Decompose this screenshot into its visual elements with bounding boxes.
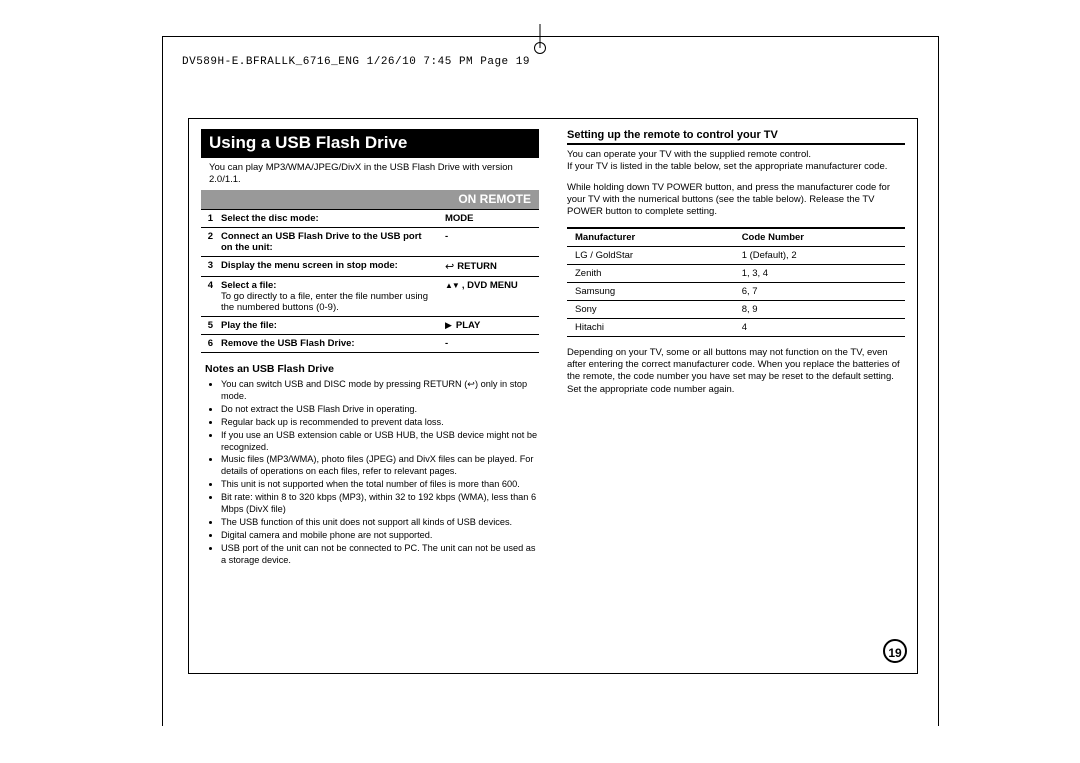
- step-subtext: To go directly to a file, enter the file…: [221, 291, 433, 313]
- cell-code: 1, 3, 4: [734, 264, 905, 282]
- table-row: 6 Remove the USB Flash Drive: -: [201, 334, 539, 352]
- play-icon: [445, 320, 456, 331]
- cell-code: 8, 9: [734, 300, 905, 318]
- cell-manufacturer: LG / GoldStar: [567, 246, 734, 264]
- step-number: 6: [201, 334, 215, 352]
- left-column: Using a USB Flash Drive You can play MP3…: [201, 129, 539, 661]
- col-code: Code Number: [734, 228, 905, 247]
- paragraph: You can operate your TV with the supplie…: [567, 149, 811, 160]
- table-row: Zenith1, 3, 4: [567, 264, 905, 282]
- step-text: Play the file:: [215, 316, 439, 334]
- step-text: Display the menu screen in stop mode:: [215, 256, 439, 276]
- cell-code: 4: [734, 318, 905, 336]
- steps-table: 1 Select the disc mode: MODE 2 Connect a…: [201, 209, 539, 353]
- step-text: Connect an USB Flash Drive to the USB po…: [215, 227, 439, 256]
- step-number: 1: [201, 209, 215, 227]
- list-item: The USB function of this unit does not s…: [221, 517, 539, 529]
- step-text: Remove the USB Flash Drive:: [215, 334, 439, 352]
- list-item: Bit rate: within 8 to 320 kbps (MP3), wi…: [221, 492, 539, 516]
- on-remote-header: ON REMOTE: [201, 190, 539, 209]
- step-number: 5: [201, 316, 215, 334]
- table-row: 5 Play the file: PLAY: [201, 316, 539, 334]
- list-item: Digital camera and mobile phone are not …: [221, 530, 539, 542]
- step-number: 4: [201, 276, 215, 316]
- step-number: 3: [201, 256, 215, 276]
- list-item: Do not extract the USB Flash Drive in op…: [221, 404, 539, 416]
- list-item: Regular back up is recommended to preven…: [221, 417, 539, 429]
- step-remote: PLAY: [439, 316, 539, 334]
- body-text: Depending on your TV, some or all button…: [567, 347, 905, 396]
- table-row: Hitachi4: [567, 318, 905, 336]
- cell-manufacturer: Sony: [567, 300, 734, 318]
- codes-table: Manufacturer Code Number LG / GoldStar1 …: [567, 227, 905, 337]
- step-number: 2: [201, 227, 215, 256]
- intro-text: You can play MP3/WMA/JPEG/DivX in the US…: [201, 160, 539, 190]
- right-column: Setting up the remote to control your TV…: [567, 129, 905, 661]
- step-remote: RETURN: [439, 256, 539, 276]
- body-text: While holding down TV POWER button, and …: [567, 182, 905, 219]
- list-item: USB port of the unit can not be connecte…: [221, 543, 539, 567]
- step-text: Select a file:To go directly to a file, …: [215, 276, 439, 316]
- table-row: 3 Display the menu screen in stop mode: …: [201, 256, 539, 276]
- table-row: 1 Select the disc mode: MODE: [201, 209, 539, 227]
- step-remote-label: PLAY: [456, 320, 480, 331]
- cell-manufacturer: Hitachi: [567, 318, 734, 336]
- list-item: You can switch USB and DISC mode by pres…: [221, 379, 539, 403]
- table-row: LG / GoldStar1 (Default), 2: [567, 246, 905, 264]
- table-header-row: Manufacturer Code Number: [567, 228, 905, 247]
- col-manufacturer: Manufacturer: [567, 228, 734, 247]
- cell-manufacturer: Zenith: [567, 264, 734, 282]
- step-remote: MODE: [439, 209, 539, 227]
- cell-manufacturer: Samsung: [567, 282, 734, 300]
- table-row: 4 Select a file:To go directly to a file…: [201, 276, 539, 316]
- page-number: 19: [883, 639, 907, 663]
- section-title: Using a USB Flash Drive: [201, 129, 539, 158]
- step-remote-label: , DVD MENU: [462, 280, 518, 291]
- step-remote: -: [439, 334, 539, 352]
- running-header: DV589H-E.BFRALLK_6716_ENG 1/26/10 7:45 P…: [182, 56, 530, 68]
- step-text: Select the disc mode:: [215, 209, 439, 227]
- list-item: If you use an USB extension cable or USB…: [221, 430, 539, 454]
- cell-code: 1 (Default), 2: [734, 246, 905, 264]
- table-row: Sony8, 9: [567, 300, 905, 318]
- notes-list: You can switch USB and DISC mode by pres…: [201, 379, 539, 567]
- horizontal-rule: [567, 143, 905, 145]
- subheading: Setting up the remote to control your TV: [567, 129, 905, 141]
- cell-code: 6, 7: [734, 282, 905, 300]
- content-frame: Using a USB Flash Drive You can play MP3…: [188, 118, 918, 674]
- list-item: Music files (MP3/WMA), photo files (JPEG…: [221, 454, 539, 478]
- notes-title: Notes an USB Flash Drive: [205, 363, 539, 375]
- table-row: Samsung6, 7: [567, 282, 905, 300]
- paragraph: If your TV is listed in the table below,…: [567, 161, 887, 172]
- return-icon: [445, 260, 457, 273]
- body-text: You can operate your TV with the supplie…: [567, 149, 905, 174]
- list-item: This unit is not supported when the tota…: [221, 479, 539, 491]
- step-remote-label: RETURN: [457, 261, 497, 272]
- step-remote: -: [439, 227, 539, 256]
- step-text-main: Select a file:: [221, 280, 276, 291]
- updown-icon: [445, 280, 462, 291]
- step-remote: , DVD MENU: [439, 276, 539, 316]
- table-row: 2 Connect an USB Flash Drive to the USB …: [201, 227, 539, 256]
